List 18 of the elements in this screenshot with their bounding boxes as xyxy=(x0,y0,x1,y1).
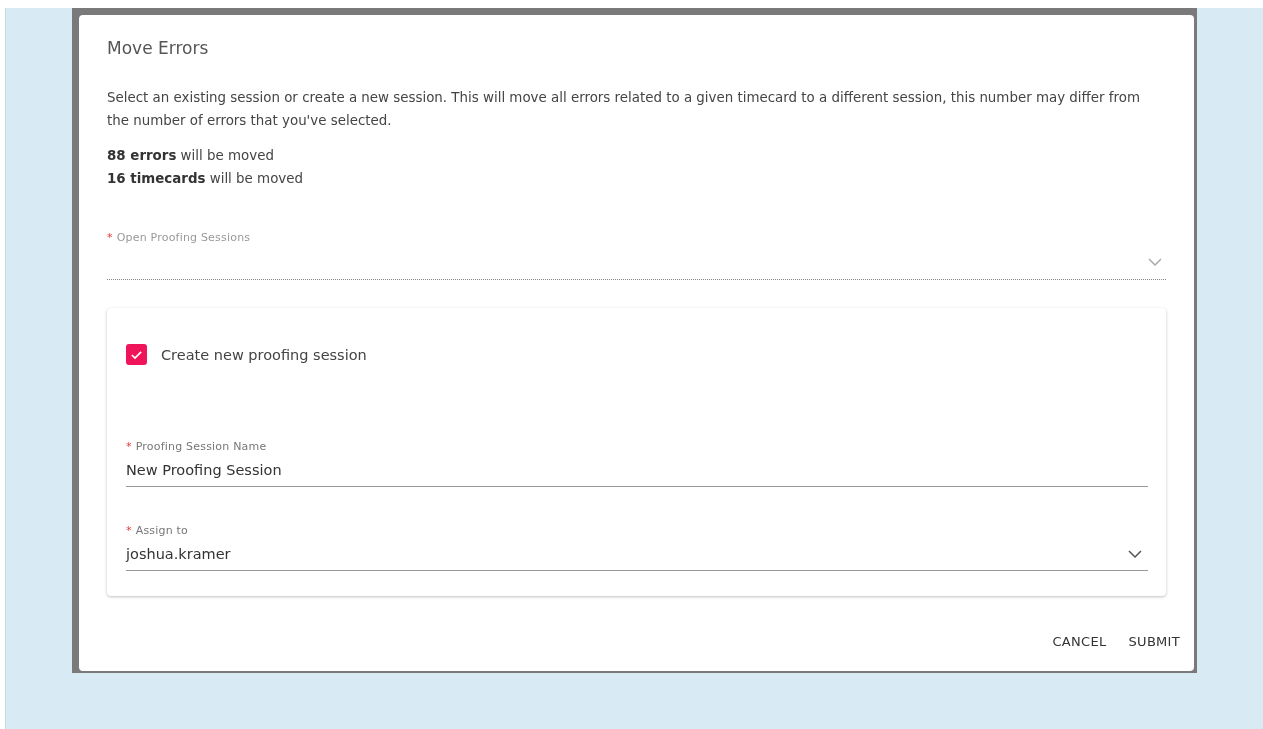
checkbox-label: Create new proofing session xyxy=(161,346,367,363)
cancel-button[interactable]: CANCEL xyxy=(1044,628,1115,655)
submit-button[interactable]: SUBMIT xyxy=(1120,628,1188,655)
field-label: Assign to xyxy=(135,524,189,537)
chevron-down-icon xyxy=(1128,549,1142,558)
field-label: Proofing Session Name xyxy=(135,440,267,453)
dialog-title: Move Errors xyxy=(107,37,209,59)
assign-select[interactable]: joshua.kramer xyxy=(126,537,1148,571)
required-mark: * xyxy=(126,524,132,537)
description-text: Select an existing session or create a new session. This will move all errors related to a given timecard to a different session, this number may differ from the number of errors that you've selected. xyxy=(107,89,1141,130)
count-text: 16 timecards will be moved xyxy=(107,170,303,188)
field-label: Open Proofing Sessions xyxy=(116,231,251,244)
input-field[interactable]: New Proofing Session xyxy=(126,453,1148,487)
count-text: 88 errors will be moved xyxy=(107,147,274,165)
required-mark: * xyxy=(107,231,113,244)
chevron-down-icon xyxy=(1148,257,1162,266)
required-mark: * xyxy=(126,440,132,453)
checkbox[interactable] xyxy=(126,344,147,365)
